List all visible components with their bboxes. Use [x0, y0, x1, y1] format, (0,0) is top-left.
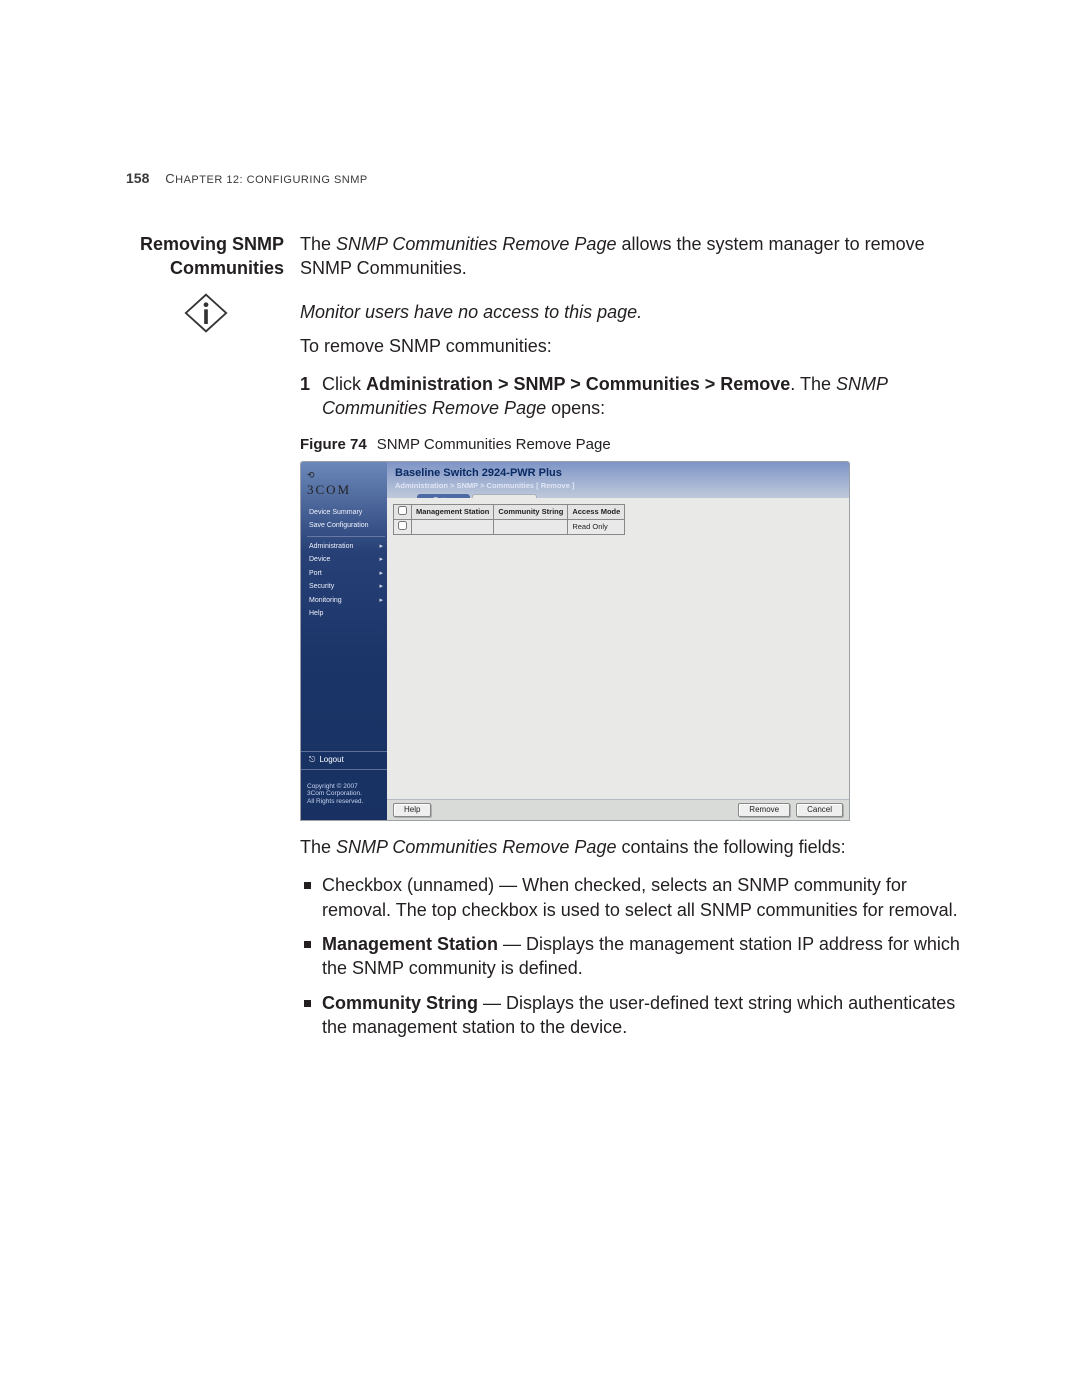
chapter-title: CHAPTER 12: CONFIGURING SNMP	[165, 171, 367, 186]
table-header-row: Management Station Community String Acce…	[394, 505, 625, 520]
chevron-right-icon: ▸	[379, 542, 383, 551]
procedure-lead-in: To remove SNMP communities:	[300, 334, 960, 358]
remove-button[interactable]: Remove	[738, 803, 790, 818]
info-icon	[114, 291, 298, 341]
sidebar-item-save-configuration[interactable]: Save Configuration	[307, 519, 385, 532]
workspace: Management Station Community String Acce…	[387, 498, 849, 800]
procedure-step-1: 1 Click Administration > SNMP > Communit…	[300, 372, 960, 421]
section-heading-line1: Removing SNMP	[120, 232, 284, 256]
col-community-string: Community String	[494, 505, 568, 520]
sidebar-item-device[interactable]: Device▸	[307, 553, 385, 566]
breadcrumb: Administration > SNMP > Communities [ Re…	[387, 481, 849, 494]
logout-icon: ⎋	[309, 755, 315, 766]
bullet-community-string: Community String — Displays the user-def…	[300, 991, 960, 1040]
bullet-management-station: Management Station — Displays the manage…	[300, 932, 960, 981]
chevron-right-icon: ▸	[379, 569, 383, 578]
sidebar-item-monitoring[interactable]: Monitoring▸	[307, 594, 385, 607]
note-block: Monitor users have no access to this pag…	[120, 291, 960, 1050]
sidebar-nav: Device Summary Save Configuration Admini…	[307, 506, 385, 621]
page-number: 158	[126, 170, 149, 186]
figure-caption: Figure 74SNMP Communities Remove Page	[300, 435, 960, 455]
sidebar-item-security[interactable]: Security▸	[307, 580, 385, 593]
brand-logo: ⟲ 3COM	[307, 469, 351, 499]
communities-table: Management Station Community String Acce…	[393, 504, 625, 535]
brand-swirl-icon: ⟲	[307, 469, 351, 481]
device-title: Baseline Switch 2924-PWR Plus	[387, 462, 849, 481]
fields-intro: The SNMP Communities Remove Page contain…	[300, 835, 960, 859]
section-body: The SNMP Communities Remove Page allows …	[300, 232, 960, 295]
note-text: Monitor users have no access to this pag…	[300, 291, 960, 324]
embedded-screenshot: ⟲ 3COM Device Summary Save Configuration…	[300, 461, 850, 821]
sidebar-item-device-summary[interactable]: Device Summary	[307, 506, 385, 519]
running-header: 158 CHAPTER 12: CONFIGURING SNMP	[126, 170, 368, 186]
section-heading: Removing SNMP Communities	[120, 232, 300, 295]
content-area: Baseline Switch 2924-PWR Plus Administra…	[387, 462, 849, 820]
sidebar-item-administration[interactable]: Administration▸	[307, 540, 385, 553]
row-select-cell	[394, 520, 412, 535]
field-bullet-list: Checkbox (unnamed) — When checked, selec…	[300, 873, 960, 1039]
document-page: 158 CHAPTER 12: CONFIGURING SNMP Removin…	[0, 0, 1080, 1397]
body: Removing SNMP Communities The SNMP Commu…	[120, 232, 960, 1049]
section-heading-line2: Communities	[120, 256, 284, 280]
footer-copyright: Copyright © 2007 3Com Corporation. All R…	[307, 783, 381, 806]
col-management-station: Management Station	[412, 505, 494, 520]
select-all-cell	[394, 505, 412, 520]
sidebar: ⟲ 3COM Device Summary Save Configuration…	[301, 462, 387, 820]
logout-link[interactable]: ⎋ Logout	[301, 751, 387, 770]
cancel-button[interactable]: Cancel	[796, 803, 843, 818]
chevron-right-icon: ▸	[379, 596, 383, 605]
sidebar-item-help[interactable]: Help	[307, 607, 385, 620]
brand-wordmark: 3COM	[307, 481, 351, 499]
table-row: Read Only	[394, 520, 625, 535]
procedure-list: 1 Click Administration > SNMP > Communit…	[300, 372, 960, 421]
cell-community-string	[494, 520, 568, 535]
chevron-right-icon: ▸	[379, 582, 383, 591]
sidebar-item-port[interactable]: Port▸	[307, 567, 385, 580]
step-number: 1	[300, 372, 322, 421]
cell-management-station	[412, 520, 494, 535]
help-button[interactable]: Help	[393, 803, 431, 818]
bullet-checkbox: Checkbox (unnamed) — When checked, selec…	[300, 873, 960, 922]
row-select-checkbox[interactable]	[398, 521, 407, 530]
content-footer: Help Remove Cancel	[387, 799, 849, 820]
chevron-right-icon: ▸	[379, 555, 383, 564]
intro-paragraph: The SNMP Communities Remove Page allows …	[300, 232, 960, 281]
col-access-mode: Access Mode	[568, 505, 625, 520]
cell-access-mode: Read Only	[568, 520, 625, 535]
section-row: Removing SNMP Communities The SNMP Commu…	[120, 232, 960, 295]
select-all-checkbox[interactable]	[398, 506, 407, 515]
